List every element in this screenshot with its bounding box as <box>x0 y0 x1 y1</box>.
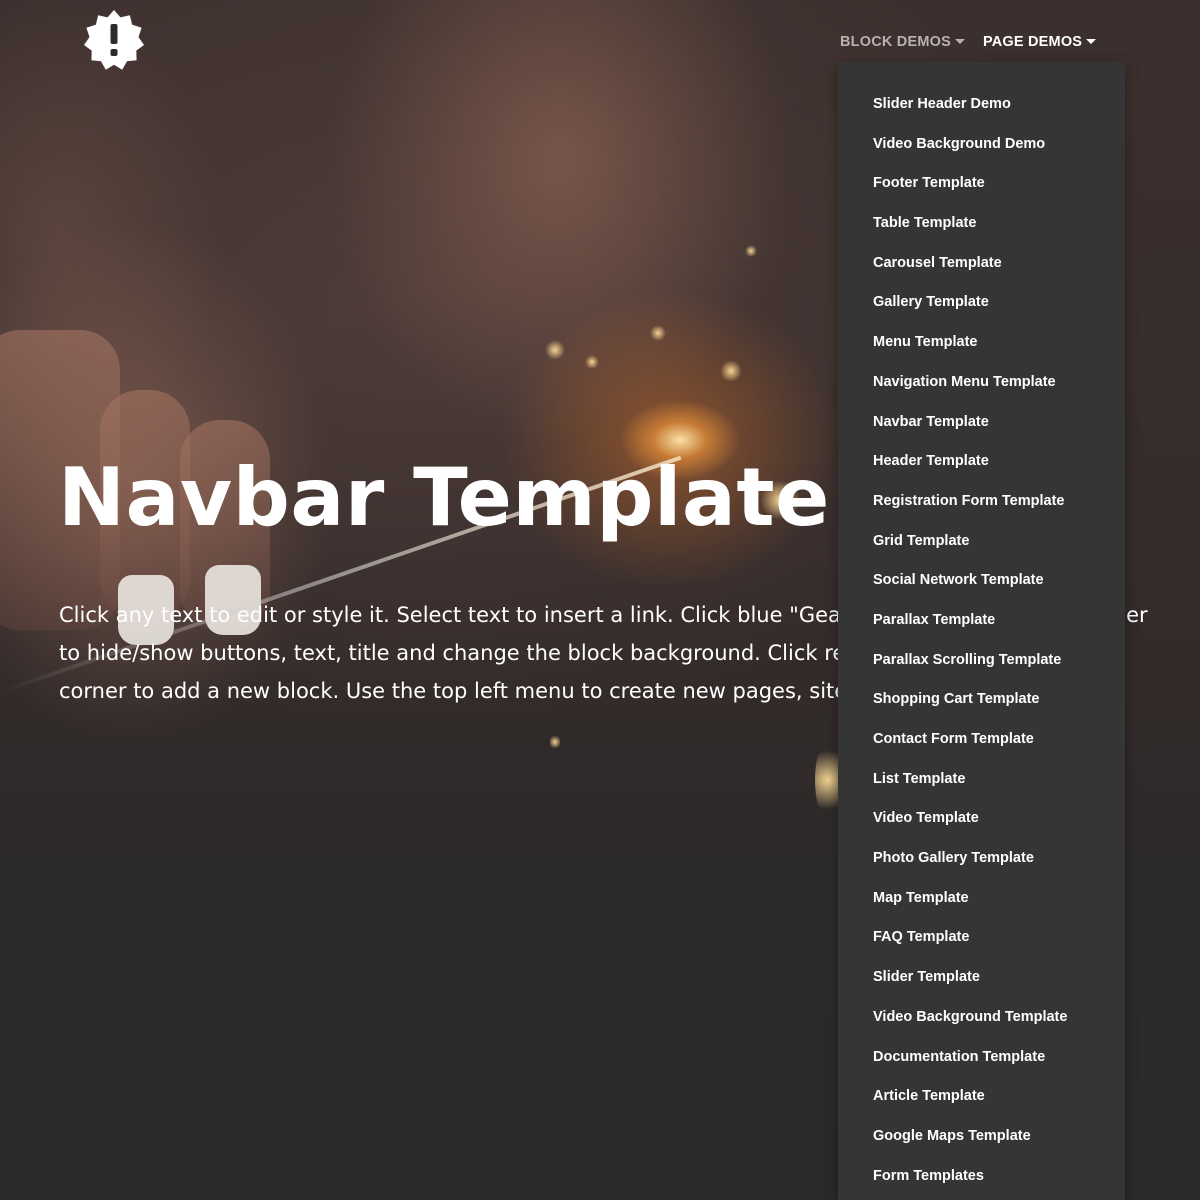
dropdown-item[interactable]: Navbar Template <box>838 403 1125 443</box>
page-demos-dropdown: Slider Header Demo Video Background Demo F… <box>838 62 1125 1200</box>
dropdown-item[interactable]: Gallery Template <box>838 283 1125 323</box>
brand-logo[interactable] <box>82 10 146 74</box>
dropdown-item[interactable]: FAQ Template <box>838 918 1125 958</box>
main-navbar: BLOCK DEMOS PAGE DEMOS <box>840 30 1097 54</box>
spark <box>585 355 599 369</box>
dropdown-item[interactable]: Social Network Template <box>838 561 1125 601</box>
nav-page-demos[interactable]: PAGE DEMOS <box>982 34 1097 50</box>
spark <box>745 245 757 257</box>
nav-block-demos-label: BLOCK DEMOS <box>840 34 951 50</box>
dropdown-item[interactable]: Documentation Template <box>838 1038 1125 1078</box>
dropdown-item[interactable]: Google Maps Template <box>838 1117 1125 1157</box>
dropdown-item[interactable]: Article Template <box>838 1077 1125 1117</box>
spark <box>545 340 565 360</box>
dropdown-item[interactable]: Map Template <box>838 879 1125 919</box>
dropdown-item[interactable]: Video Background Template <box>838 998 1125 1038</box>
dropdown-item[interactable]: Parallax Scrolling Template <box>838 641 1125 681</box>
dropdown-item[interactable]: Parallax Template <box>838 601 1125 641</box>
dropdown-item[interactable]: List Template <box>838 760 1125 800</box>
dropdown-item[interactable]: Header Template <box>838 442 1125 482</box>
dropdown-item[interactable]: Carousel Template <box>838 244 1125 284</box>
dropdown-item[interactable]: Menu Template <box>838 323 1125 363</box>
nav-block-demos[interactable]: BLOCK DEMOS <box>840 34 965 50</box>
spark <box>550 734 560 750</box>
spark <box>720 360 742 382</box>
nav-page-demos-label: PAGE DEMOS <box>982 34 1083 50</box>
dropdown-item[interactable]: Form Templates <box>838 1157 1125 1197</box>
chevron-down-icon <box>954 38 965 44</box>
dropdown-item[interactable]: Slider Header Demo <box>838 85 1125 125</box>
dropdown-item[interactable]: Table Template <box>838 204 1125 244</box>
dropdown-item[interactable]: Navigation Menu Template <box>838 363 1125 403</box>
exclamation-badge-icon <box>84 10 144 70</box>
page-title: Navbar Template <box>58 451 830 544</box>
dropdown-item[interactable]: Shopping Cart Template <box>838 680 1125 720</box>
dropdown-item[interactable]: Photo Gallery Template <box>838 839 1125 879</box>
dropdown-item[interactable]: Video Template <box>838 799 1125 839</box>
dropdown-item[interactable]: Registration Form Template <box>838 482 1125 522</box>
dropdown-item[interactable]: Footer Template <box>838 164 1125 204</box>
chevron-down-icon <box>1086 38 1097 44</box>
spark <box>650 325 666 341</box>
dropdown-item[interactable]: Video Background Demo <box>838 125 1125 165</box>
dropdown-item[interactable]: Contact Form Template <box>838 720 1125 760</box>
dropdown-item[interactable]: Slider Template <box>838 958 1125 998</box>
dropdown-item[interactable]: Grid Template <box>838 522 1125 562</box>
